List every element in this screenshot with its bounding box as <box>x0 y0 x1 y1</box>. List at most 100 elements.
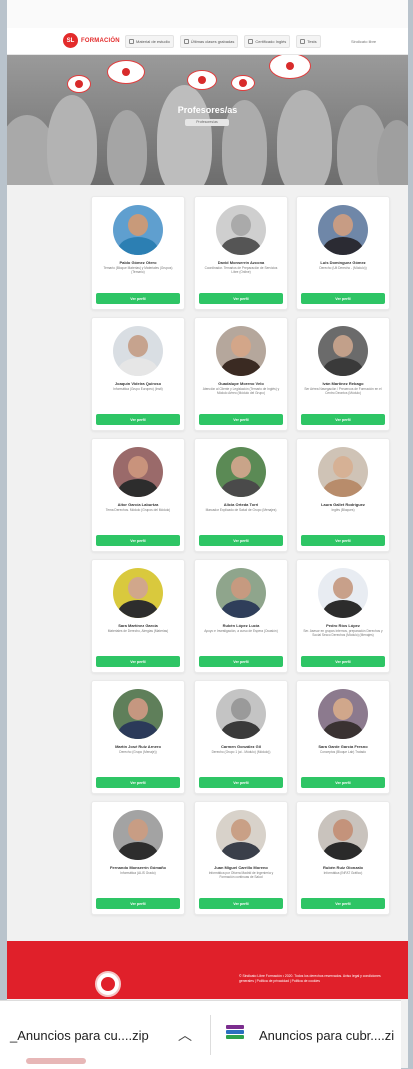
avatar-head <box>128 577 148 599</box>
view-profile-button[interactable]: Ver perfil <box>96 656 180 667</box>
footer: © Sindicato Libre Formación • 2020. Todo… <box>7 941 408 999</box>
teacher-description: Tema Derechos. Módulo (Grupos del Módulo… <box>105 508 171 512</box>
teacher-card: Sara Martínez García Materiales de Derech… <box>91 559 185 673</box>
avatar <box>318 810 368 860</box>
avatar <box>113 689 163 739</box>
avatar-body <box>221 600 261 618</box>
teacher-card: Fernando Monserrín Gómaño Informática (AL… <box>91 801 185 915</box>
teacher-name: Fernando Monserrín Gómaño <box>109 865 166 870</box>
view-profile-button[interactable]: Ver perfil <box>96 414 180 425</box>
view-profile-button[interactable]: Ver perfil <box>199 414 283 425</box>
avatar <box>216 810 266 860</box>
teacher-description: Informática (INFAT Gráfico) <box>323 871 363 875</box>
view-profile-button[interactable]: Ver perfil <box>199 293 283 304</box>
view-profile-button[interactable]: Ver perfil <box>199 898 283 909</box>
avatar-head <box>333 698 353 720</box>
footer-logo-icon[interactable] <box>95 971 121 997</box>
book-icon <box>129 39 134 44</box>
teacher-description: Materiales de Derecho, Alergias (Materia… <box>107 629 169 633</box>
view-profile-button[interactable]: Ver perfil <box>301 777 385 788</box>
nav-link-label: Certificado Inglés <box>255 39 287 44</box>
teacher-description: Derecho (Grupo 1 (ai - Módulo) (Módulo)) <box>211 750 271 754</box>
teacher-description: Derecho (Grupo (Menaje)) <box>119 750 157 754</box>
teacher-card: Pedro Ríos López Ser. Asesor en grupos in… <box>296 559 390 673</box>
avatar-body <box>221 237 261 255</box>
teacher-description: Marcador Explicado de Salud de Grupo (Me… <box>205 508 277 512</box>
certificate-icon <box>248 39 254 44</box>
avatar-body <box>118 479 158 497</box>
speech-bubble-icon <box>231 75 255 91</box>
speech-bubble-icon <box>67 75 91 93</box>
teacher-card: Pablo Gómez Otero Temario (Bloque Materia… <box>91 196 185 310</box>
view-profile-button[interactable]: Ver perfil <box>96 293 180 304</box>
avatar <box>113 205 163 255</box>
hero-figure <box>157 85 212 185</box>
avatar-body <box>323 237 363 255</box>
avatar <box>113 326 163 376</box>
view-profile-button[interactable]: Ver perfil <box>96 898 180 909</box>
teacher-card: Laura Gallet Rodríguez Inglés (Bloques) Ve… <box>296 438 390 552</box>
teacher-card: Rubén Ruiz Gionzalo Informática (INFAT Gr… <box>296 801 390 915</box>
avatar-body <box>118 842 158 860</box>
avatar <box>113 568 163 618</box>
view-profile-button[interactable]: Ver perfil <box>199 656 283 667</box>
breadcrumb[interactable]: Profesores/as <box>185 119 229 126</box>
teacher-description: Informática por Ofuera Madrid de Ingenie… <box>208 871 274 880</box>
avatar <box>113 810 163 860</box>
chevron-up-icon[interactable]: ︿ <box>178 1025 192 1045</box>
nav-link-label: Últimas clases grabadas <box>190 39 235 44</box>
nav-link-label: Material de estudio <box>136 39 170 44</box>
avatar-head <box>333 335 353 357</box>
view-profile-button[interactable]: Ver perfil <box>96 777 180 788</box>
view-profile-button[interactable]: Ver perfil <box>301 898 385 909</box>
teacher-description: Atención al Cliente y Legislación (Temar… <box>202 387 280 396</box>
avatar-body <box>118 721 158 739</box>
avatar-head <box>231 214 251 236</box>
nav-link-clases[interactable]: Últimas clases grabadas <box>179 35 239 48</box>
view-profile-button[interactable]: Ver perfil <box>199 535 283 546</box>
download-item-2[interactable]: Anuncios para cubr....zi <box>259 1028 394 1043</box>
avatar-head <box>128 819 148 841</box>
teacher-name: Laura Gallet Rodríguez <box>321 502 365 507</box>
view-profile-button[interactable]: Ver perfil <box>301 414 385 425</box>
teacher-card: Juan Miguel Carrillo Moreno Informática p… <box>194 801 288 915</box>
teacher-card: Alicia Orteda Torri Marcador Explicado de… <box>194 438 288 552</box>
view-profile-button[interactable]: Ver perfil <box>199 777 283 788</box>
view-profile-button[interactable]: Ver perfil <box>301 293 385 304</box>
teacher-description: Coordinador. Temarios de Preparación de … <box>204 266 278 275</box>
teacher-name: Alicia Orteda Torri <box>223 502 259 507</box>
teacher-name: Martín José Ruiz Arnero <box>115 744 161 749</box>
nav-links: Material de estudio Últimas clases graba… <box>125 35 321 48</box>
nav-link-material[interactable]: Material de estudio <box>125 35 174 48</box>
avatar <box>113 447 163 497</box>
view-profile-button[interactable]: Ver perfil <box>301 656 385 667</box>
avatar <box>216 326 266 376</box>
hero-figure <box>107 110 147 185</box>
avatar <box>216 568 266 618</box>
speech-bubble-icon <box>269 55 311 79</box>
teacher-name: Rubén Ruiz Gionzalo <box>323 865 363 870</box>
teacher-name: Pedro Ríos López <box>326 623 360 628</box>
avatar-head <box>231 335 251 357</box>
nav-link-tests[interactable]: Tests <box>296 35 321 48</box>
nav-link-certificado[interactable]: Certificado Inglés <box>244 35 291 48</box>
avatar-body <box>118 600 158 618</box>
user-menu[interactable]: Sindicato libre <box>351 39 376 44</box>
download-item-1[interactable]: _Anuncios para cu....zip <box>10 1028 149 1043</box>
teacher-name: Joaquín Videira Quiroso <box>114 381 162 386</box>
view-profile-button[interactable]: Ver perfil <box>301 535 385 546</box>
avatar-head <box>231 456 251 478</box>
teacher-description: Informática (Grupo Europeo) (Insti) <box>113 387 163 391</box>
avatar-head <box>333 819 353 841</box>
teacher-name: David Monserrín Azcona <box>217 260 265 265</box>
avatar-head <box>333 577 353 599</box>
site-logo[interactable]: SL FORMACIÓN <box>63 33 120 48</box>
view-profile-button[interactable]: Ver perfil <box>96 535 180 546</box>
teacher-description: Ser Aérea Navegación / Preuercos de Form… <box>304 387 382 396</box>
avatar <box>318 205 368 255</box>
avatar-head <box>128 456 148 478</box>
video-icon <box>183 39 189 44</box>
teacher-name: Sara Garde García Fresno <box>318 744 368 749</box>
avatar <box>216 447 266 497</box>
teacher-name: Iván Martínez Rebago <box>322 381 364 386</box>
